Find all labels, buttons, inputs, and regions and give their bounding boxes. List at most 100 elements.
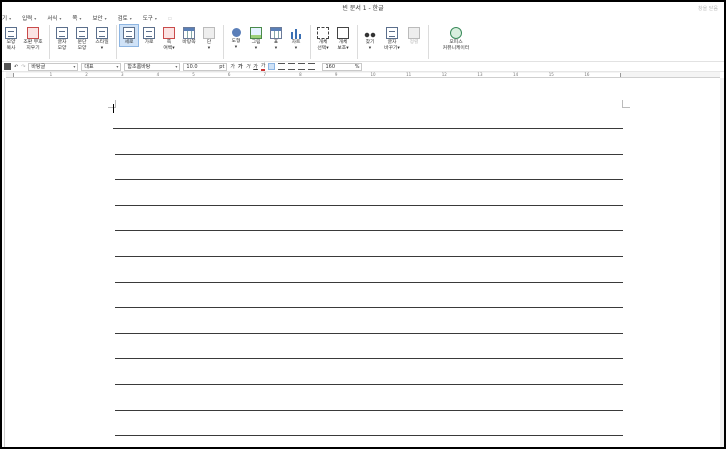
sort-button[interactable]: 정렬 [405,25,423,46]
table-label: ▾ [274,46,278,51]
ruler-number: 15 [548,72,554,77]
menu-item-3[interactable]: 쪽 ▾ [72,14,81,23]
picture-label: ▾ [254,46,258,51]
document-page[interactable] [108,100,630,447]
copy-format-label: 복사 [6,46,16,51]
chart-icon [290,27,302,39]
horizontal-button[interactable]: 가로 [140,25,158,46]
document-workspace[interactable] [4,78,724,447]
ribbon-separator [223,25,224,59]
chevron-down-icon: ▾ [116,64,119,69]
style-label: ▾ [100,46,104,51]
ruler-number: 10 [370,72,376,77]
redo-icon[interactable]: ↷ [21,64,25,70]
sort-icon [408,27,420,39]
para-shape-button[interactable]: 문단 모양 [73,25,91,52]
underline-button[interactable]: 가 [253,63,258,70]
font-select-value: 함초롬바탕 [127,64,151,70]
ruled-line [115,179,623,181]
bold-button[interactable]: 가 [238,63,243,70]
menu-item-5[interactable]: 검토 ▾ [117,14,132,23]
vertical-button[interactable]: 세로 [119,24,139,47]
replace-label: 바꾸기▾ [384,46,400,51]
horizontal-icon [143,27,155,39]
select-object-button[interactable]: 개체 선택▾ [314,25,332,52]
menu-item-4[interactable]: 보안 ▾ [92,14,107,23]
zoom-unit: % [354,63,360,70]
menu-item-6[interactable]: 도구 ▾ [143,14,157,23]
chevron-down-icon: ▾ [154,15,157,21]
ruled-line [115,409,623,411]
menu-item-label: 기 [2,16,8,22]
picture-button[interactable]: 그림 ▾ [247,25,265,52]
columns-icon [203,27,215,39]
font-color-button[interactable]: 가 [260,62,266,71]
menu-extra-icon[interactable]: ▫ [168,15,172,22]
background-button[interactable]: 바탕쪽 [180,25,198,46]
font-select[interactable]: 함초롬바탕 ▾ [124,62,181,71]
menu-item-label: 보안 [92,16,103,22]
ribbon-separator [357,25,358,59]
find-button[interactable]: 찾기 ▾ [361,25,379,52]
distribute-icon[interactable] [308,63,316,70]
ribbon-separator [428,25,429,59]
protect-object-icon [337,27,349,39]
margin-label: 여백▾ [163,46,175,51]
menu-item-2[interactable]: 서식 ▾ [47,14,61,23]
italic-button[interactable]: 가 [246,63,251,70]
menu-item-0[interactable]: 기 ▾ [2,14,12,23]
ruled-line [115,153,623,155]
picture-icon [250,27,262,39]
shape-button[interactable]: 도형 ▾ [227,25,245,51]
ruler-number: 6 [227,72,231,77]
ruled-line [115,307,623,309]
char-spacing-button[interactable]: 가 [230,63,235,70]
ruler-number: 2 [85,72,88,77]
menu-item-label: 검토 [117,16,128,22]
text-cursor [113,104,114,113]
ruler-number: 12 [441,72,447,77]
ruler-number: 3 [120,72,124,77]
copy-format-button[interactable]: 모양 복사 [2,25,20,52]
language-select[interactable]: 대표 ▾ [81,62,122,71]
ruled-line [115,358,623,360]
char-shape-button[interactable]: 글자 모양 [53,25,71,52]
select-object-icon [317,27,329,39]
ruler-number: 7 [263,72,267,77]
protect-object-button[interactable]: 개체 보호▾ [334,25,352,52]
protect-object-label: 보호▾ [337,46,349,51]
zoom-field[interactable]: 160% [322,62,363,71]
language-select-value: 대표 [84,64,94,70]
char-shape-label: 모양 [57,46,67,51]
find-icon [364,27,376,39]
align-right-icon[interactable] [298,63,306,70]
vertical-label: 세로 [124,40,134,45]
style-select[interactable]: 바탕글 ▾ [28,62,79,71]
align-left-icon[interactable] [278,63,286,70]
style-icon [96,27,108,39]
close-window-label[interactable]: 창을 닫음 [698,5,718,12]
sidebar-toggle-icon[interactable] [4,63,11,70]
margin-button[interactable]: 쪽 여백▾ [160,25,178,52]
ruled-line [113,128,623,129]
replace-button[interactable]: 글자 바꾸기▾ [381,25,403,52]
ribbon-separator [49,25,50,59]
align-center-icon[interactable] [288,63,296,70]
chevron-down-icon: ▾ [9,15,12,21]
background-icon [183,27,195,39]
clear-format-button[interactable]: 조판 부호 지우기 [22,25,44,52]
office-community-button[interactable]: 오피스 커뮤니케이터 [432,25,480,52]
align-justify-icon[interactable] [268,63,276,70]
chart-button[interactable]: 차트 ▾ [287,25,305,52]
undo-icon[interactable]: ↶ [14,64,18,70]
vertical-scrollbar[interactable] [720,78,724,447]
ruler-number: 11 [406,72,412,77]
font-size-field[interactable]: 10.0 pt [183,62,228,71]
ruled-line [115,435,623,437]
chevron-down-icon: ▾ [104,15,107,21]
table-button[interactable]: 표 ▾ [267,25,285,52]
menu-item-label: 쪽 [72,16,78,22]
columns-button[interactable]: 단 ▾ [200,25,218,52]
menu-item-1[interactable]: 입력 ▾ [22,14,36,23]
style-button[interactable]: 스타일 ▾ [93,25,111,52]
